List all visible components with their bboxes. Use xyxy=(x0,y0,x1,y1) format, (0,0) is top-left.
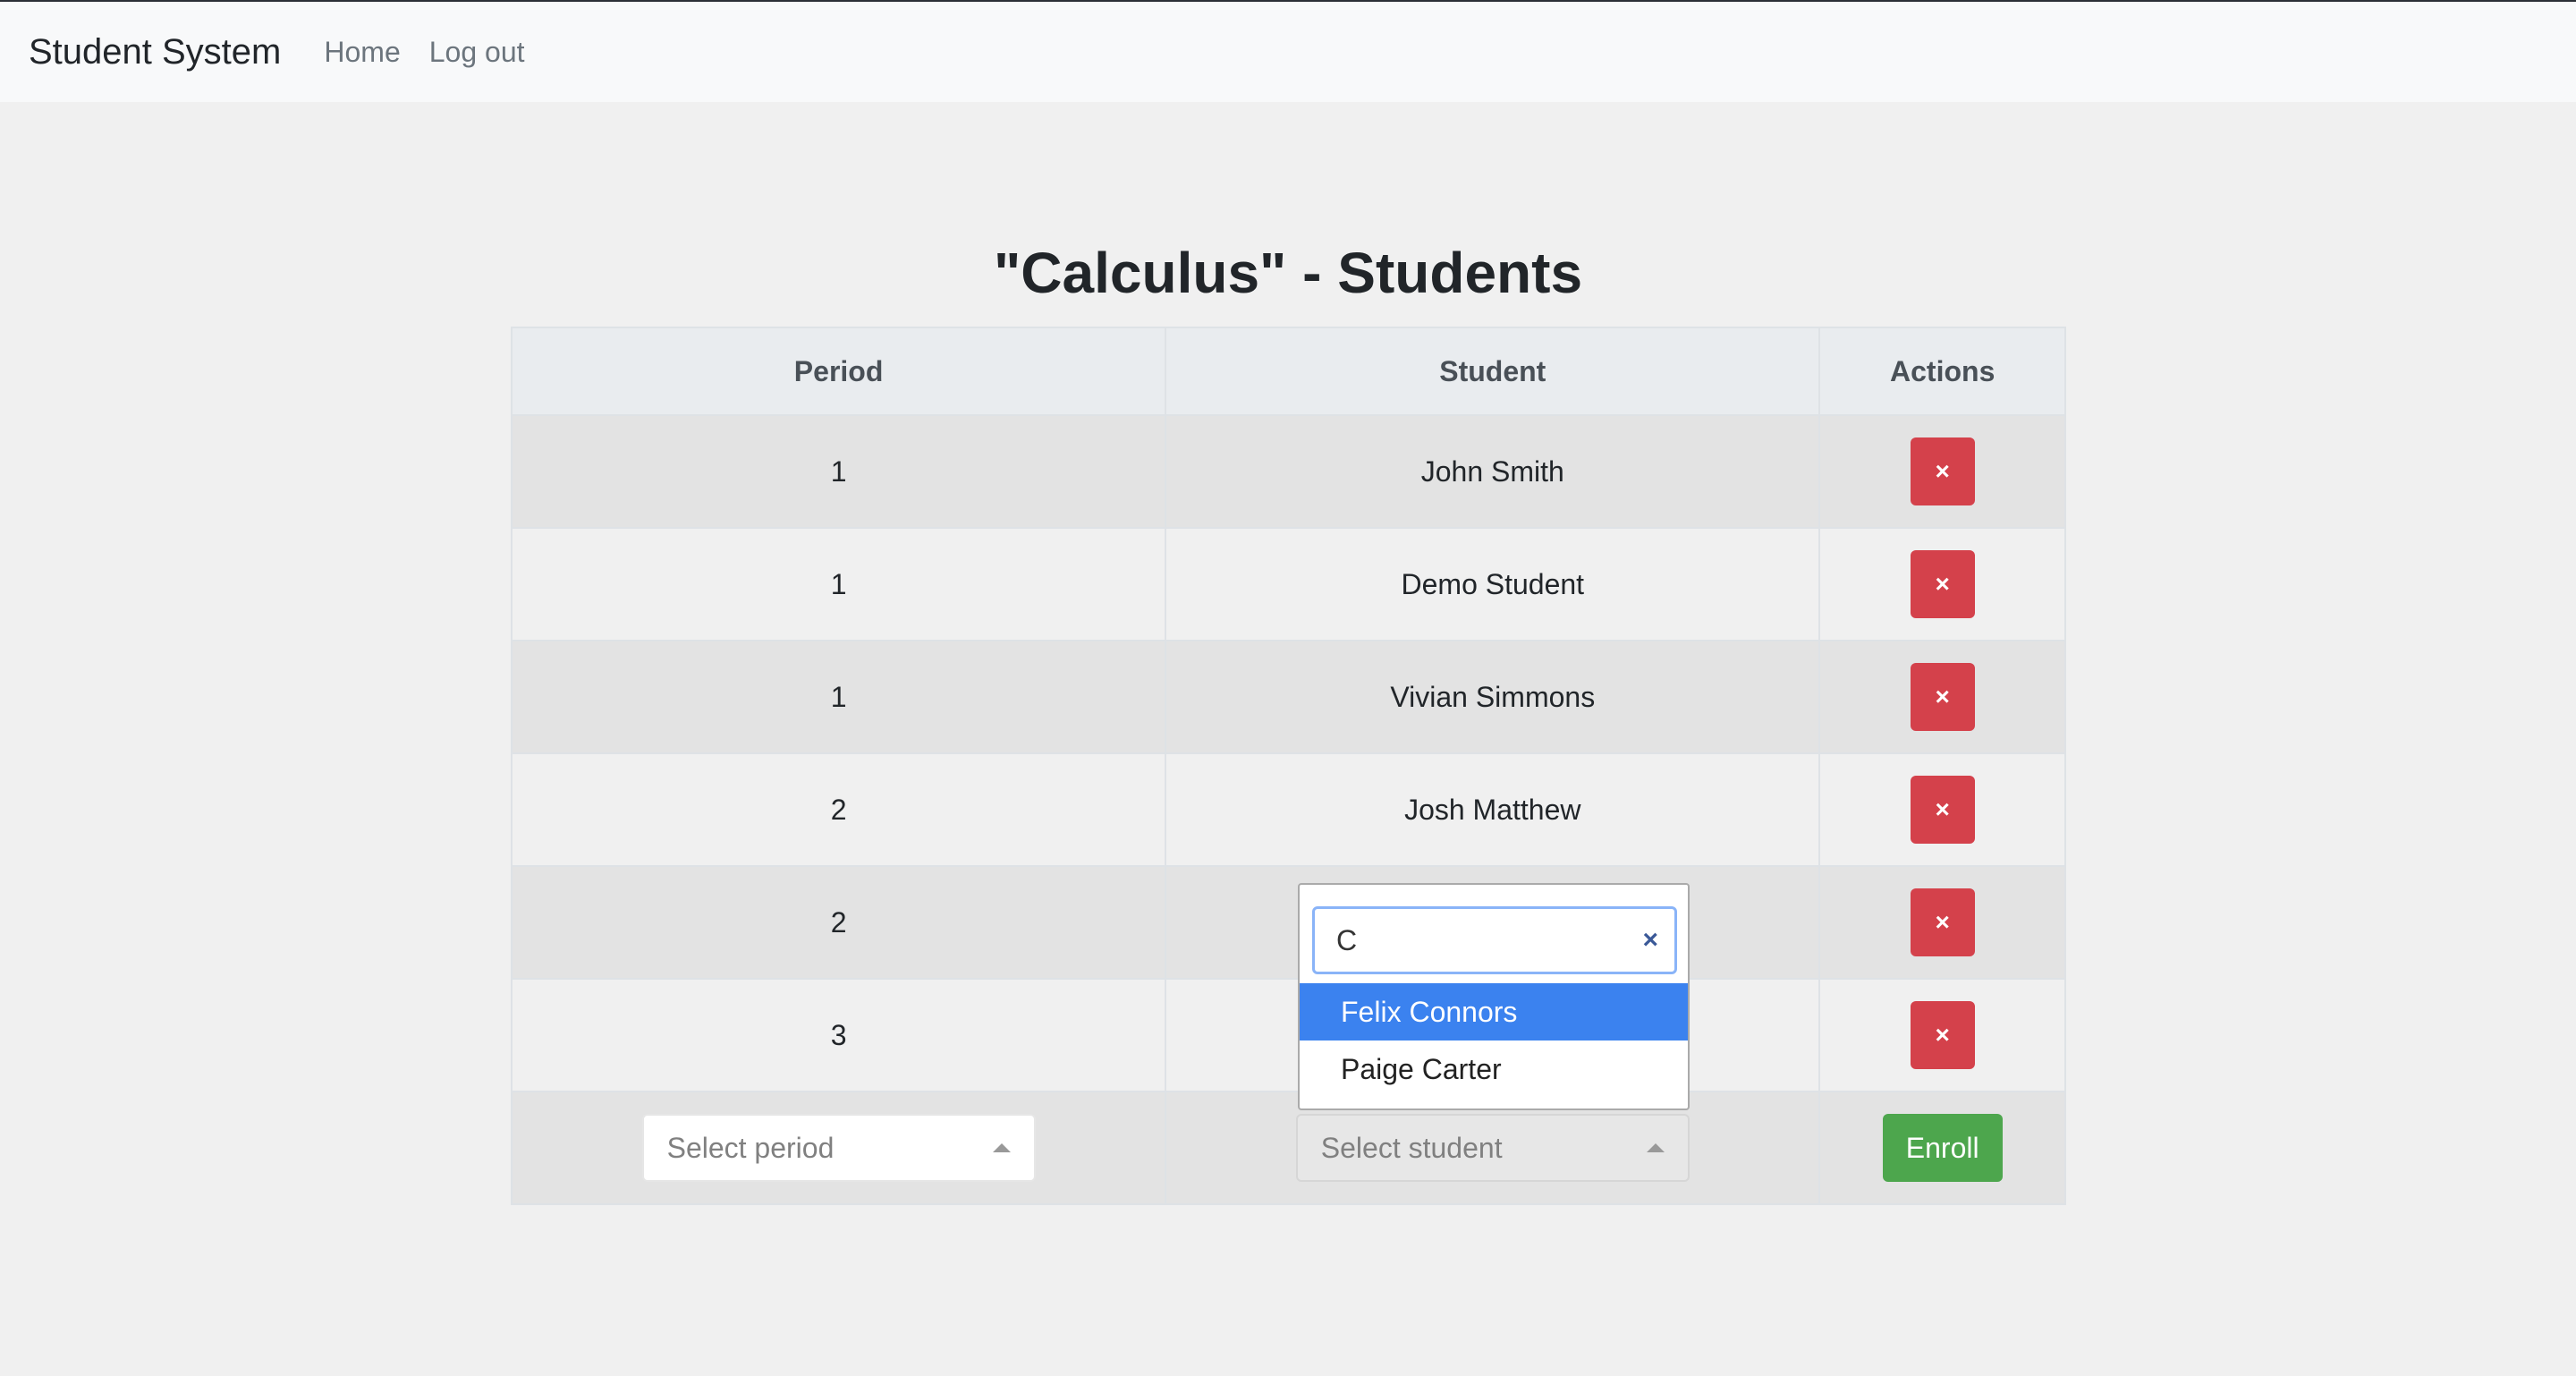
delete-button[interactable]: × xyxy=(1910,550,1975,618)
delete-button[interactable]: × xyxy=(1910,1001,1975,1069)
student-cell: Demo Student xyxy=(1165,527,1821,641)
actions-cell: × xyxy=(1818,527,2066,641)
chevron-up-icon xyxy=(992,1143,1011,1152)
clear-icon[interactable]: × xyxy=(1642,925,1658,956)
student-cell: Vivian Simmons xyxy=(1165,640,1821,754)
delete-button[interactable]: × xyxy=(1910,776,1975,844)
student-select[interactable]: Select student xyxy=(1295,1114,1690,1182)
navbar: Student System Home Log out xyxy=(0,2,2576,102)
student-cell: John Smith xyxy=(1165,414,1821,529)
table-row: 2 × xyxy=(510,865,2066,980)
table-row: 1 John Smith × xyxy=(510,414,2066,529)
nav-link-logout[interactable]: Log out xyxy=(429,36,525,69)
period-select-cell: Select period xyxy=(510,1091,1167,1205)
period-cell: 1 xyxy=(510,527,1167,641)
student-cell: Josh Matthew xyxy=(1165,752,1821,867)
actions-cell: × xyxy=(1818,640,2066,754)
dropdown-option-paige-carter[interactable]: Paige Carter xyxy=(1300,1040,1688,1098)
enroll-form-row: Select period Select student Enroll xyxy=(510,1091,2066,1205)
student-search-input[interactable] xyxy=(1336,923,1605,957)
enroll-button[interactable]: Enroll xyxy=(1882,1114,2003,1182)
dropdown-option-felix-connors[interactable]: Felix Connors xyxy=(1300,983,1688,1040)
delete-button[interactable]: × xyxy=(1910,663,1975,731)
period-cell: 1 xyxy=(510,640,1167,754)
enroll-cell: Enroll xyxy=(1818,1091,2066,1205)
period-cell: 1 xyxy=(510,414,1167,529)
actions-cell: × xyxy=(1818,414,2066,529)
enrollment-table: Period Student Actions 1 John Smith × 1 … xyxy=(510,327,2066,1205)
chevron-up-icon xyxy=(1646,1143,1665,1152)
table-row: 2 Josh Matthew × xyxy=(510,752,2066,867)
actions-cell: × xyxy=(1818,978,2066,1092)
table-row: 1 Demo Student × xyxy=(510,527,2066,641)
delete-button[interactable]: × xyxy=(1910,888,1975,956)
period-cell: 2 xyxy=(510,865,1167,980)
header-student: Student xyxy=(1165,327,1821,416)
period-select-placeholder: Select period xyxy=(666,1131,835,1164)
table-header-row: Period Student Actions xyxy=(510,327,2066,416)
actions-cell: × xyxy=(1818,752,2066,867)
period-select[interactable]: Select period xyxy=(641,1114,1036,1182)
header-period: Period xyxy=(510,327,1167,416)
period-cell: 3 xyxy=(510,978,1167,1092)
brand-link[interactable]: Student System xyxy=(29,32,281,72)
table-row: 1 Vivian Simmons × xyxy=(510,640,2066,754)
student-search-field[interactable]: × xyxy=(1312,906,1677,974)
actions-cell: × xyxy=(1818,865,2066,980)
student-select-dropdown: × Felix Connors Paige Carter xyxy=(1298,883,1690,1110)
header-actions: Actions xyxy=(1818,327,2066,416)
student-select-placeholder: Select student xyxy=(1320,1131,1503,1164)
nav-link-home[interactable]: Home xyxy=(324,36,400,69)
table-row: 3 × xyxy=(510,978,2066,1092)
page-title: "Calculus" - Students xyxy=(993,241,1583,305)
delete-button[interactable]: × xyxy=(1910,437,1975,505)
period-cell: 2 xyxy=(510,752,1167,867)
